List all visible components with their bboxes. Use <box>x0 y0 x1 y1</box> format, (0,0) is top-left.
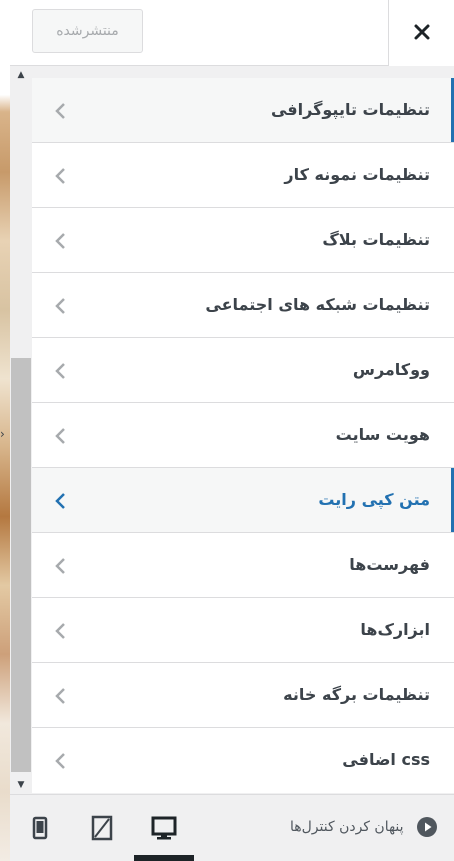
section-label: تنظیمات نمونه کار <box>284 165 430 184</box>
section-widgets[interactable]: ابزارک‌ها <box>32 598 454 663</box>
preview-arrow-icon: › <box>0 427 5 441</box>
section-label: ووکامرس <box>352 360 430 379</box>
device-tablet-button[interactable] <box>82 813 122 843</box>
section-label: css اضافی <box>342 750 430 769</box>
section-woocommerce[interactable]: ووکامرس <box>32 338 454 403</box>
mobile-icon <box>32 816 48 840</box>
section-typography[interactable]: تنظیمات تایپوگرافی <box>32 78 454 143</box>
section-label: ابزارک‌ها <box>360 620 430 639</box>
chevron-left-icon <box>55 363 65 379</box>
scroll-down-icon[interactable]: ▼ <box>10 776 32 794</box>
chevron-left-icon <box>55 298 65 314</box>
section-additional-css[interactable]: css اضافی <box>32 728 454 793</box>
section-blog[interactable]: تنظیمات بلاگ <box>32 208 454 273</box>
section-label: هویت سایت <box>335 425 430 444</box>
section-label: تنظیمات برگه خانه <box>283 685 430 704</box>
device-mobile-button[interactable] <box>20 813 60 843</box>
section-label: متن کپی رایت <box>318 490 430 509</box>
device-desktop-button[interactable] <box>134 813 194 861</box>
section-portfolio[interactable]: تنظیمات نمونه کار <box>32 143 454 208</box>
desktop-icon <box>151 816 177 840</box>
close-button[interactable] <box>388 0 454 66</box>
scroll-up-icon[interactable]: ▲ <box>10 66 32 84</box>
section-social[interactable]: تنظیمات شبکه های اجتماعی <box>32 273 454 338</box>
customizer-sections: تنظیمات تایپوگرافی تنظیمات نمونه کار تنظ… <box>32 78 454 793</box>
chevron-left-icon <box>55 233 65 249</box>
panel-scrollbar[interactable]: ▲ ▼ <box>10 66 32 794</box>
chevron-left-icon <box>55 688 65 704</box>
publish-button[interactable]: منتشرشده <box>32 9 143 53</box>
scrollbar-thumb[interactable] <box>11 358 31 772</box>
chevron-left-icon <box>55 558 65 574</box>
section-label: تنظیمات تایپوگرافی <box>270 100 430 119</box>
customizer-header: منتشرشده <box>10 0 454 66</box>
chevron-left-icon <box>55 753 65 769</box>
tablet-icon <box>91 815 113 841</box>
hide-controls-label: پنهان کردن کنترل‌ها <box>289 819 404 835</box>
section-label: تنظیمات بلاگ <box>322 230 430 249</box>
chevron-left-icon <box>55 168 65 184</box>
close-icon <box>414 24 430 40</box>
customizer-footer: پنهان کردن کنترل‌ها <box>10 794 454 861</box>
section-menus[interactable]: فهرست‌ها <box>32 533 454 598</box>
hide-controls-button[interactable]: پنهان کردن کنترل‌ها <box>290 813 438 841</box>
chevron-left-icon <box>55 428 65 444</box>
chevron-left-icon <box>55 623 65 639</box>
play-circle-icon <box>417 817 437 837</box>
section-label: فهرست‌ها <box>349 555 430 574</box>
section-label: تنظیمات شبکه های اجتماعی <box>205 295 430 314</box>
section-homepage[interactable]: تنظیمات برگه خانه <box>32 663 454 728</box>
chevron-left-icon <box>55 493 65 509</box>
section-site-identity[interactable]: هویت سایت <box>32 403 454 468</box>
section-copyright[interactable]: متن کپی رایت <box>32 468 454 533</box>
chevron-left-icon <box>55 103 65 119</box>
